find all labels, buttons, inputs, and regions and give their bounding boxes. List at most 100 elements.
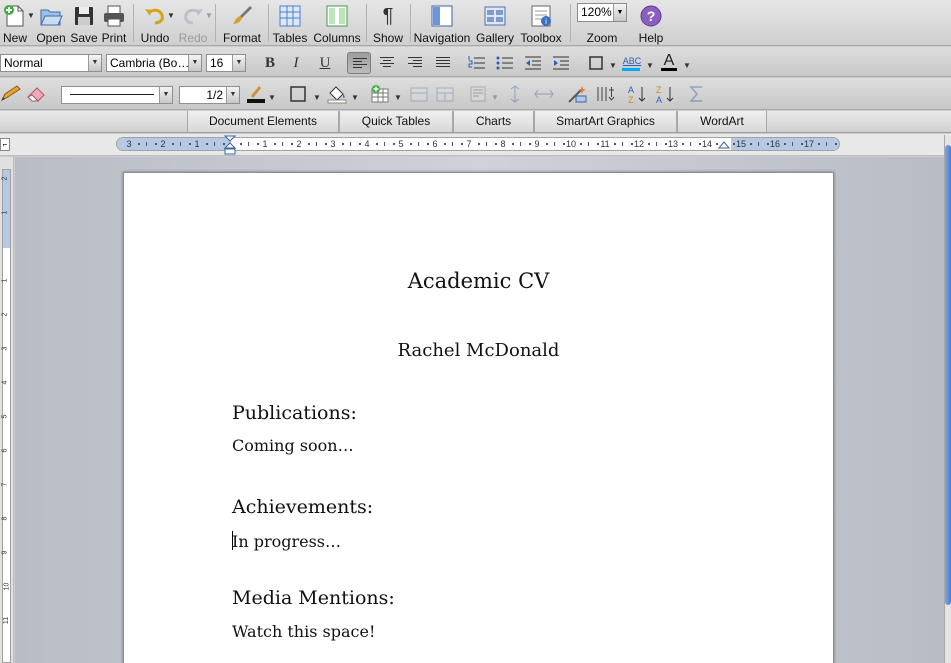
gallery-icon bbox=[484, 6, 506, 26]
align-cells-dropdown-arrow[interactable]: ▼ bbox=[491, 93, 499, 102]
underline-button[interactable]: U bbox=[313, 52, 337, 74]
tab-smartart-graphics[interactable]: SmartArt Graphics bbox=[534, 111, 677, 132]
distribute-rows-button[interactable] bbox=[504, 84, 526, 104]
highlight-dropdown-arrow[interactable]: ▼ bbox=[646, 61, 654, 70]
tab-quick-tables[interactable]: Quick Tables bbox=[339, 111, 453, 132]
font-color-dropdown-arrow[interactable]: ▼ bbox=[683, 61, 691, 70]
shading-dropdown-arrow[interactable]: ▼ bbox=[351, 93, 359, 102]
columns-button[interactable]: Columns bbox=[313, 2, 361, 45]
split-cells-button[interactable] bbox=[434, 84, 456, 104]
document-title[interactable]: Academic CV bbox=[124, 269, 833, 293]
border-color-dropdown-arrow[interactable]: ▼ bbox=[268, 93, 276, 102]
borders-dropdown-arrow[interactable]: ▼ bbox=[609, 61, 617, 70]
undo-arrow-icon bbox=[145, 8, 164, 25]
first-line-indent-marker[interactable] bbox=[224, 135, 236, 155]
vertical-ruler-number: 9 bbox=[1, 550, 9, 555]
tab-wordart[interactable]: WordArt bbox=[677, 111, 767, 132]
align-center-button[interactable] bbox=[375, 52, 399, 74]
highlight-button[interactable]: ABC bbox=[619, 52, 645, 74]
scrollbar-thumb[interactable] bbox=[945, 145, 951, 605]
tab-charts[interactable]: Charts bbox=[453, 111, 534, 132]
bullet-list-button[interactable] bbox=[493, 52, 517, 74]
new-button[interactable]: New bbox=[0, 2, 30, 45]
save-button[interactable]: Save bbox=[70, 2, 98, 45]
open-button[interactable]: Open bbox=[36, 2, 66, 45]
outside-border-button[interactable] bbox=[287, 84, 309, 104]
decrease-indent-button[interactable] bbox=[521, 52, 545, 74]
style-value: Normal bbox=[4, 56, 43, 70]
format-button[interactable]: Format bbox=[221, 2, 263, 45]
italic-button[interactable]: I bbox=[284, 52, 308, 74]
document-page[interactable]: Academic CV Rachel McDonald Publications… bbox=[123, 172, 834, 663]
outside-border-dropdown-arrow[interactable]: ▼ bbox=[313, 93, 321, 102]
tab-document-elements[interactable]: Document Elements bbox=[187, 111, 339, 132]
author-name[interactable]: Rachel McDonald bbox=[124, 340, 833, 361]
shading-button[interactable] bbox=[326, 84, 348, 104]
ruler-tick bbox=[622, 142, 623, 146]
toolbar-separator bbox=[366, 4, 367, 42]
section-heading-publications[interactable]: Publications: bbox=[232, 402, 357, 424]
insert-table-button[interactable] bbox=[369, 84, 391, 104]
borders-button[interactable] bbox=[584, 52, 608, 74]
section-body-achievements-line[interactable]: In progress… bbox=[232, 531, 341, 551]
ruler-number: 7 bbox=[466, 139, 472, 149]
line-style-select[interactable]: ▼ bbox=[61, 86, 173, 104]
undo-button[interactable]: Undo bbox=[139, 2, 171, 45]
distribute-columns-button[interactable] bbox=[533, 84, 555, 104]
autoformat-button[interactable] bbox=[566, 84, 588, 104]
text-direction-button[interactable] bbox=[594, 84, 616, 104]
insert-table-dropdown-arrow[interactable]: ▼ bbox=[394, 93, 402, 102]
ribbon-tab-bar: Document Elements Quick Tables Charts Sm… bbox=[0, 111, 951, 133]
toolbox-button[interactable]: i Toolbox bbox=[518, 2, 564, 45]
line-weight-select[interactable]: 1/2 ▼ bbox=[179, 86, 240, 104]
section-body-publications[interactable]: Coming soon… bbox=[232, 436, 354, 455]
ruler-dot bbox=[188, 143, 191, 145]
font-color-button[interactable]: A bbox=[657, 52, 681, 74]
right-indent-marker[interactable] bbox=[718, 140, 730, 150]
numbered-list-button[interactable] bbox=[465, 52, 489, 74]
navigation-button[interactable]: Navigation bbox=[413, 2, 471, 45]
tables-button[interactable]: Tables bbox=[270, 2, 310, 45]
ruler-dot bbox=[460, 143, 463, 145]
show-button[interactable]: ¶ Show bbox=[370, 2, 406, 45]
vertical-ruler-number: 1 bbox=[1, 210, 9, 215]
merge-cells-button[interactable] bbox=[408, 84, 430, 104]
sort-ascending-button[interactable]: AZ bbox=[627, 84, 649, 105]
style-select[interactable]: Normal ▼ bbox=[0, 54, 102, 72]
vertical-scrollbar[interactable] bbox=[944, 135, 951, 663]
font-select[interactable]: Cambria (Bo… ▼ bbox=[106, 54, 202, 72]
align-cells-button[interactable] bbox=[468, 84, 490, 104]
align-left-button[interactable] bbox=[347, 52, 371, 74]
vertical-ruler-number: 2 bbox=[1, 176, 9, 181]
zoom-select[interactable]: 120% ▼ bbox=[577, 3, 627, 22]
redo-dropdown-arrow[interactable]: ▼ bbox=[205, 11, 213, 20]
svg-text:Z: Z bbox=[628, 95, 634, 104]
tab-stop-selector[interactable]: ⌐ bbox=[0, 138, 10, 151]
magic-wand-icon bbox=[568, 86, 587, 103]
section-heading-achievements[interactable]: Achievements: bbox=[232, 496, 373, 518]
increase-indent-button[interactable] bbox=[549, 52, 573, 74]
new-dropdown-arrow[interactable]: ▼ bbox=[27, 11, 35, 20]
sum-button[interactable] bbox=[686, 84, 708, 104]
section-heading-media-mentions[interactable]: Media Mentions: bbox=[232, 587, 395, 609]
ruler-dot bbox=[205, 143, 208, 145]
section-body-media-mentions[interactable]: Watch this space! bbox=[232, 622, 375, 641]
drawing-toolbar: ▼ 1/2 ▼ ▼ ▼ ▼ ▼ ▼ AZ ZA bbox=[0, 78, 951, 110]
print-button[interactable]: Print bbox=[100, 2, 128, 45]
eraser-button[interactable] bbox=[25, 84, 47, 104]
align-right-button[interactable] bbox=[403, 52, 427, 74]
font-size-select[interactable]: 16 ▼ bbox=[206, 54, 246, 72]
draw-table-button[interactable] bbox=[0, 84, 22, 104]
ruler-number: 16 bbox=[769, 139, 781, 149]
vertical-ruler[interactable]: 2 1 1 2 3 4 5 6 7 8 9 10 11 bbox=[0, 157, 14, 663]
redo-button[interactable]: Redo bbox=[177, 2, 209, 45]
ruler-tick bbox=[554, 142, 555, 146]
sort-descending-button[interactable]: ZA bbox=[655, 84, 677, 105]
border-color-button[interactable] bbox=[245, 84, 267, 104]
help-button[interactable]: ? Help bbox=[630, 2, 672, 45]
justify-button[interactable] bbox=[431, 52, 455, 74]
gallery-button[interactable]: Gallery bbox=[474, 2, 516, 45]
bold-button[interactable]: B bbox=[258, 52, 282, 74]
undo-dropdown-arrow[interactable]: ▼ bbox=[167, 11, 175, 20]
vertical-ruler-number: 4 bbox=[1, 380, 9, 385]
